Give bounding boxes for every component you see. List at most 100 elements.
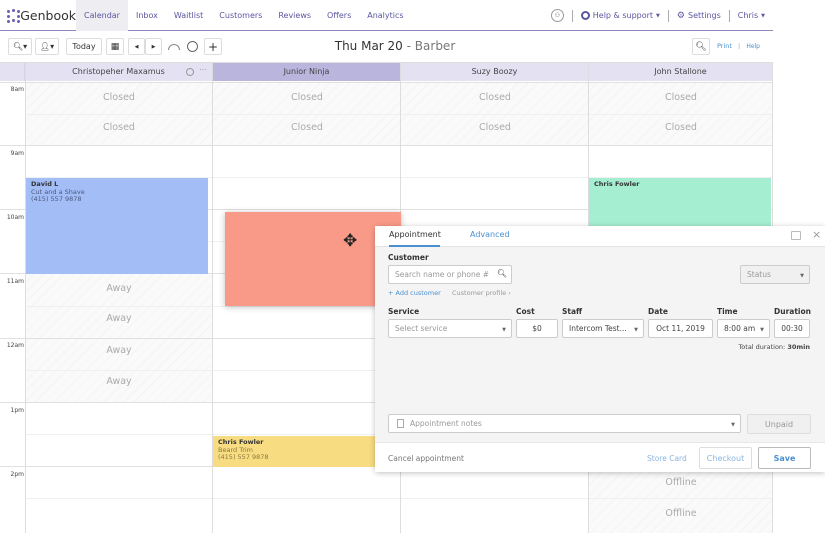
chevron-right-icon: ▶ bbox=[151, 43, 156, 50]
add-button[interactable]: + bbox=[204, 38, 222, 55]
help-support-label: Help & support bbox=[592, 11, 654, 20]
nav-inbox[interactable]: Inbox bbox=[128, 0, 166, 31]
date-separator: - bbox=[402, 39, 415, 53]
appointment-panel: Appointment Advanced × Customer Search n… bbox=[375, 226, 825, 472]
total-duration-label: Total duration: bbox=[738, 343, 786, 351]
time-column-header bbox=[0, 63, 25, 81]
notes-placeholder: Appointment notes bbox=[410, 419, 482, 428]
divider bbox=[571, 9, 573, 22]
notes-icon bbox=[397, 419, 404, 428]
chevron-down-icon: ▼ bbox=[761, 12, 765, 19]
time-label: 2pm bbox=[10, 471, 24, 478]
customer-search-input[interactable]: Search name or phone # 🔍︎ bbox=[388, 265, 512, 284]
search-icon: 🔍︎ bbox=[496, 269, 507, 278]
status-select[interactable]: Status ▼ bbox=[740, 265, 810, 284]
prev-day-button[interactable]: ◀ bbox=[128, 38, 145, 55]
time-label: 1pm bbox=[10, 407, 24, 414]
nav-offers[interactable]: Offers bbox=[319, 0, 359, 31]
nav-waitlist[interactable]: Waitlist bbox=[166, 0, 211, 31]
hour-line bbox=[0, 82, 773, 83]
user-menu[interactable]: Chris ▼ bbox=[738, 11, 765, 20]
today-button[interactable]: Today bbox=[66, 38, 102, 55]
store-card-link[interactable]: Store Card bbox=[647, 454, 687, 463]
time-label: 10am bbox=[6, 214, 24, 221]
appointment-phone: (415) 557 9878 bbox=[31, 195, 82, 203]
unpaid-button[interactable]: Unpaid bbox=[747, 414, 811, 434]
checkout-button[interactable]: Checkout bbox=[699, 447, 752, 469]
half-hour-line bbox=[25, 114, 773, 115]
brand-name: Genbook bbox=[20, 7, 76, 23]
closed-label: Closed bbox=[291, 92, 323, 103]
time-value: 8:00 am bbox=[724, 324, 756, 333]
date-input[interactable]: Oct 11, 2019 bbox=[648, 319, 713, 338]
settings-link[interactable]: ⚙ Settings bbox=[677, 11, 721, 21]
more-icon[interactable]: ⋯ bbox=[199, 61, 207, 79]
help-support-menu[interactable]: Help & support ▼ bbox=[580, 11, 660, 20]
calendar-name: Barber bbox=[414, 39, 456, 53]
print-help: Print | Help bbox=[717, 42, 760, 50]
divider bbox=[667, 9, 669, 22]
nav-reviews[interactable]: Reviews bbox=[270, 0, 319, 31]
date-label: Date bbox=[648, 307, 668, 316]
closed-label: Closed bbox=[665, 122, 697, 133]
time-label: Time bbox=[717, 307, 738, 316]
help-link[interactable]: Help bbox=[746, 43, 760, 50]
staff-filter-button[interactable]: 👤︎▾ bbox=[35, 38, 59, 55]
nav-analytics[interactable]: Analytics bbox=[359, 0, 411, 31]
search-button[interactable]: 🔍︎ bbox=[692, 38, 710, 55]
column-header-staff[interactable]: John Stallone bbox=[589, 63, 773, 81]
staff-select[interactable]: Intercom Test... ▼ bbox=[562, 319, 644, 338]
service-select[interactable]: Select service ▼ bbox=[388, 319, 512, 338]
closed-label: Closed bbox=[103, 92, 135, 103]
appointment[interactable]: David L Cut and a Shave (415) 557 9878 bbox=[26, 178, 208, 274]
next-day-button[interactable]: ▶ bbox=[145, 38, 162, 55]
tab-advanced[interactable]: Advanced bbox=[470, 230, 510, 239]
chevron-down-icon: ▼ bbox=[502, 327, 506, 333]
half-hour-line bbox=[25, 498, 773, 499]
appointment[interactable]: Chris Fowler bbox=[589, 178, 771, 228]
nav-calendar[interactable]: Calendar bbox=[76, 0, 128, 31]
add-customer-link[interactable]: + Add customer bbox=[388, 289, 441, 297]
closed-label: Closed bbox=[479, 122, 511, 133]
tab-appointment[interactable]: Appointment bbox=[389, 230, 441, 239]
chevron-down-icon: ▼ bbox=[731, 422, 735, 428]
time-select[interactable]: 8:00 am ▼ bbox=[717, 319, 770, 338]
appointment-notes-input[interactable]: Appointment notes ▼ bbox=[388, 414, 741, 433]
closed-label: Closed bbox=[479, 92, 511, 103]
customer-profile-link[interactable]: Customer profile › bbox=[452, 289, 511, 297]
clock-icon[interactable] bbox=[186, 68, 194, 76]
offline-block: Offline Offline bbox=[589, 466, 773, 533]
nav-customers[interactable]: Customers bbox=[211, 0, 270, 31]
staff-name: Christopeher Maxamus bbox=[72, 67, 165, 76]
column-header-staff[interactable]: Christopeher Maxamus ⋯ bbox=[25, 63, 213, 81]
panel-footer: Cancel appointment Store Card Checkout S… bbox=[375, 442, 825, 472]
column-divider bbox=[25, 63, 26, 533]
logo-icon bbox=[7, 8, 20, 23]
customer-label: Customer bbox=[388, 253, 429, 262]
gauge-button[interactable] bbox=[165, 38, 183, 55]
close-icon[interactable]: × bbox=[812, 228, 821, 241]
logo[interactable]: Genbook bbox=[0, 0, 76, 31]
chevron-down-icon: ▼ bbox=[800, 273, 804, 279]
cost-input[interactable]: $0 bbox=[516, 319, 558, 338]
duration-input[interactable]: 00:30 bbox=[774, 319, 810, 338]
cancel-appointment-link[interactable]: Cancel appointment bbox=[388, 454, 464, 463]
panel-tabs: Appointment Advanced × bbox=[375, 226, 825, 247]
print-icon[interactable] bbox=[791, 231, 801, 240]
chevron-down-icon: ▼ bbox=[760, 327, 764, 333]
clock-add-button[interactable] bbox=[185, 38, 200, 55]
print-link[interactable]: Print bbox=[717, 42, 732, 50]
save-button[interactable]: Save bbox=[758, 447, 811, 469]
settings-label: Settings bbox=[687, 11, 721, 20]
view-grid-button[interactable]: ▦ bbox=[106, 38, 124, 55]
lifebuoy-icon bbox=[580, 11, 590, 20]
gauge-icon bbox=[168, 43, 180, 50]
total-duration-value: 30min bbox=[787, 343, 810, 351]
column-header-staff[interactable]: Junior Ninja bbox=[213, 63, 401, 81]
appointment-customer: Chris Fowler bbox=[594, 180, 640, 188]
zoom-menu-button[interactable]: 🔍︎▾ bbox=[8, 38, 32, 55]
appointment[interactable]: Chris Fowler Beard Trim (415) 557 9878 bbox=[213, 436, 383, 467]
team-icon[interactable]: ⚇ bbox=[550, 9, 564, 22]
column-header-staff[interactable]: Suzy Boozy bbox=[401, 63, 589, 81]
divider: | bbox=[738, 42, 741, 50]
